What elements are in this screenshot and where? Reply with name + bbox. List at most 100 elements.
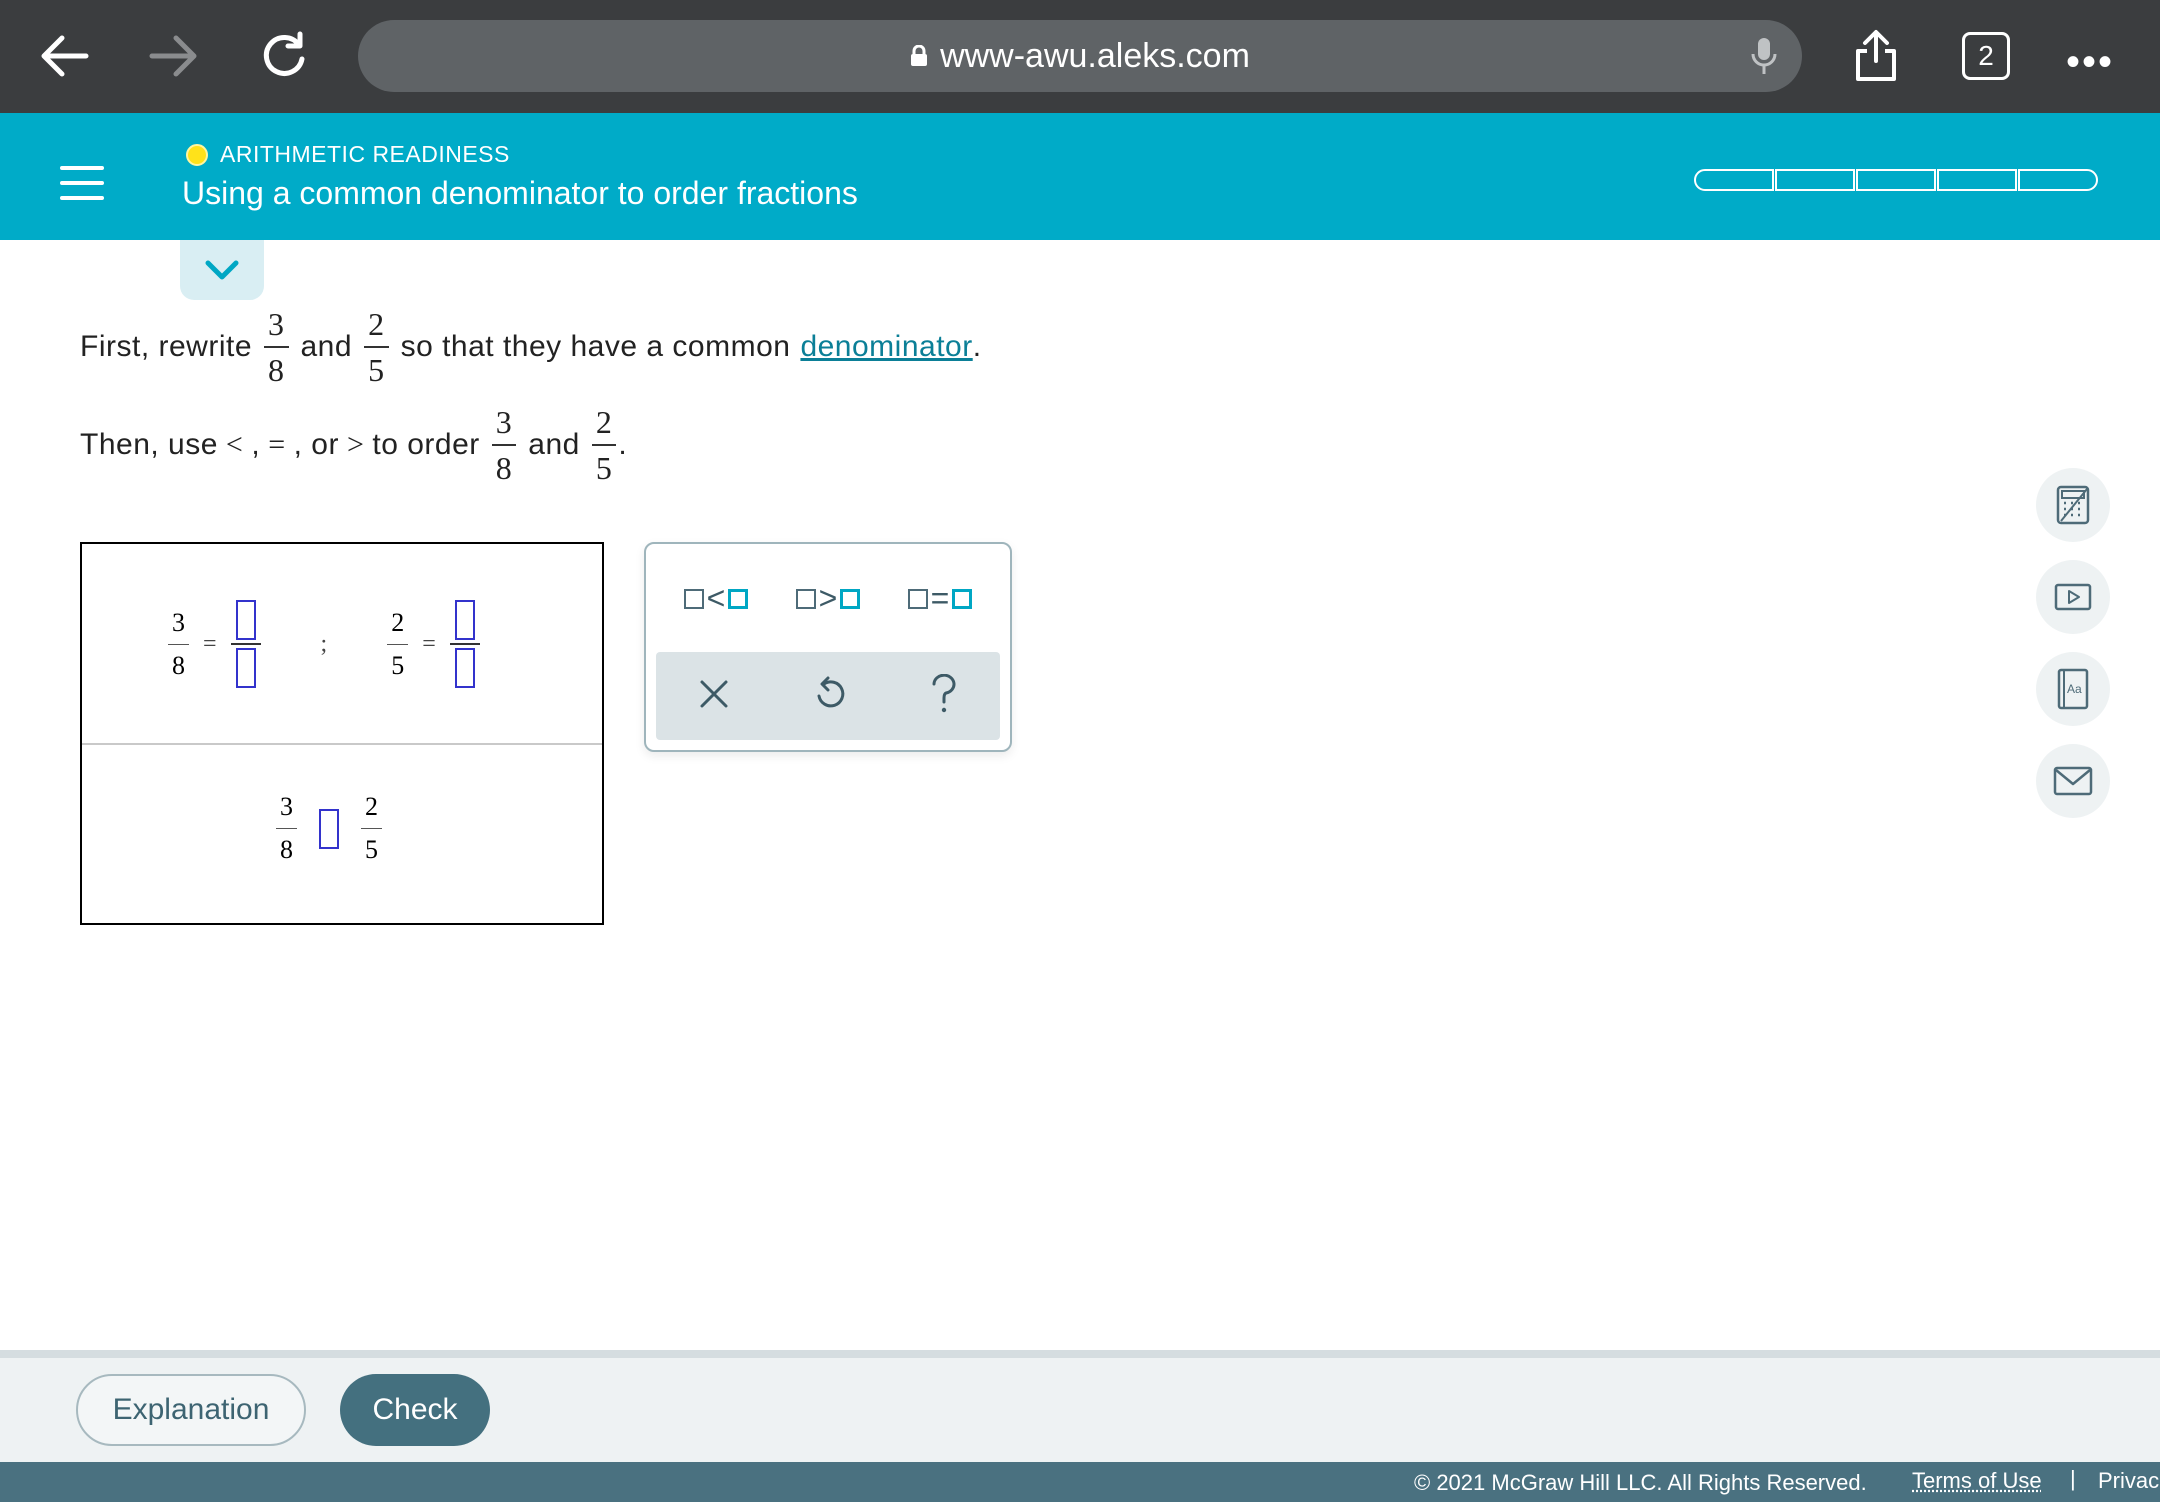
fraction: 25 <box>361 794 382 863</box>
symbol-keypad: < > = <box>644 542 1012 752</box>
placeholder-box <box>907 588 928 609</box>
numerator: 3 <box>276 794 297 829</box>
compare-row: 38 25 <box>276 794 382 863</box>
denominator: 5 <box>391 650 405 680</box>
share-icon[interactable] <box>1846 26 1906 86</box>
collapse-toggle[interactable] <box>180 240 264 300</box>
reload-icon[interactable] <box>254 26 314 86</box>
fraction: 38 <box>264 308 289 386</box>
rewrite-row: 38 = ; 25 = <box>168 600 480 688</box>
tabs-button[interactable]: 2 <box>1962 32 2010 80</box>
denominator: 5 <box>595 450 613 486</box>
placeholder-box <box>952 588 973 609</box>
instruction-text: First, rewrite <box>80 330 252 363</box>
key-symbol: = <box>930 580 950 616</box>
address-bar[interactable]: www-awu.aleks.com <box>358 20 1802 92</box>
numerator: 3 <box>491 406 517 446</box>
undo-icon[interactable] <box>814 676 846 717</box>
instruction-line-1: First, rewrite 38 and 25 so that they ha… <box>80 308 982 386</box>
calculator-icon <box>2056 485 2090 525</box>
check-button[interactable]: Check <box>340 1374 490 1446</box>
denominator: 5 <box>365 835 378 864</box>
key-symbol: > <box>818 580 838 616</box>
comparison-input[interactable] <box>319 808 339 849</box>
clear-icon[interactable] <box>699 679 729 714</box>
instruction-text: . <box>972 330 982 363</box>
fraction: 38 <box>168 609 189 680</box>
play-video-icon <box>2054 583 2092 611</box>
topic-text: ARITHMETIC READINESS <box>220 141 510 167</box>
progress-segment <box>1856 169 1936 191</box>
instruction-text: , or <box>293 428 339 461</box>
numerator: 2 <box>361 794 382 829</box>
page-title: Using a common denominator to order frac… <box>182 175 858 211</box>
divider <box>82 743 602 745</box>
fraction: 38 <box>276 794 297 863</box>
greater-than-symbol: > <box>346 428 365 461</box>
denominator-link[interactable]: denominator <box>800 330 972 364</box>
fraction: 25 <box>387 609 409 680</box>
numerator: 2 <box>387 609 409 645</box>
more-menu-icon[interactable]: ••• <box>2066 40 2114 85</box>
progress-segment <box>1775 169 1855 191</box>
denominator-input-2[interactable] <box>454 648 475 688</box>
separator: | <box>2070 1466 2076 1491</box>
placeholder-box <box>683 588 704 609</box>
key-symbol: < <box>706 580 726 616</box>
copyright-bar: © 2021 McGraw Hill LLC. All Rights Reser… <box>0 1462 2160 1502</box>
numerator: 3 <box>264 308 289 348</box>
chevron-down-icon <box>205 260 239 280</box>
copyright-text: © 2021 McGraw Hill LLC. All Rights Reser… <box>1414 1470 1867 1495</box>
numerator: 2 <box>364 308 389 348</box>
progress-segment <box>2018 169 2098 191</box>
forward-arrow-icon[interactable] <box>144 26 204 86</box>
privacy-link[interactable]: Privac <box>2098 1468 2159 1494</box>
answer-box: 38 = ; 25 = 38 25 <box>80 542 604 925</box>
instruction-text: to order <box>372 428 480 461</box>
separator: ; <box>320 630 328 657</box>
placeholder-box <box>795 588 816 609</box>
instruction-line-2: Then, use < , = , or > to order 38 and 2… <box>80 406 627 484</box>
progress-segment <box>1694 169 1774 191</box>
dictionary-icon: Aa <box>2057 668 2089 710</box>
instruction-text: and <box>300 330 353 363</box>
fraction-bar <box>230 643 261 645</box>
video-tool[interactable] <box>2036 560 2110 634</box>
numerator-input-1[interactable] <box>235 600 256 640</box>
terms-of-use-link[interactable]: Terms of Use <box>1912 1468 2042 1494</box>
instruction-text: , <box>251 428 261 461</box>
instruction-text: so that they have a common <box>400 330 791 363</box>
lock-icon <box>910 37 928 76</box>
back-arrow-icon[interactable] <box>34 26 94 86</box>
microphone-icon[interactable] <box>1750 36 1778 85</box>
app-header: ARITHMETIC READINESS Using a common deno… <box>0 113 2160 240</box>
equals-sign: = <box>422 630 436 657</box>
less-than-button[interactable]: < <box>683 580 749 617</box>
instruction-text: . <box>618 428 628 461</box>
calculator-tool[interactable] <box>2036 468 2110 542</box>
explanation-button[interactable]: Explanation <box>76 1374 306 1446</box>
mail-icon <box>2053 766 2093 796</box>
message-tool[interactable] <box>2036 744 2110 818</box>
less-than-symbol: < <box>225 428 244 461</box>
numerator-input-2[interactable] <box>454 600 475 640</box>
numerator: 3 <box>168 609 189 645</box>
hamburger-menu-icon[interactable] <box>42 153 122 213</box>
greater-than-button[interactable]: > <box>795 580 861 617</box>
answer-fraction-2 <box>449 600 480 688</box>
denominator: 8 <box>280 835 293 864</box>
numerator: 2 <box>591 406 617 446</box>
equals-button[interactable]: = <box>907 580 973 617</box>
action-buttons <box>656 652 1000 740</box>
comparison-buttons: < > = <box>646 580 1010 617</box>
denominator: 8 <box>268 352 285 388</box>
url-text: www-awu.aleks.com <box>940 36 1250 75</box>
denominator-input-1[interactable] <box>235 648 256 688</box>
denominator: 8 <box>495 450 513 486</box>
denominator: 8 <box>172 650 185 680</box>
help-icon[interactable] <box>931 673 957 719</box>
equals-symbol: = <box>268 428 286 461</box>
dictionary-tool[interactable]: Aa <box>2036 652 2110 726</box>
placeholder-box <box>840 588 861 609</box>
instruction-text: Then, use <box>80 428 218 461</box>
